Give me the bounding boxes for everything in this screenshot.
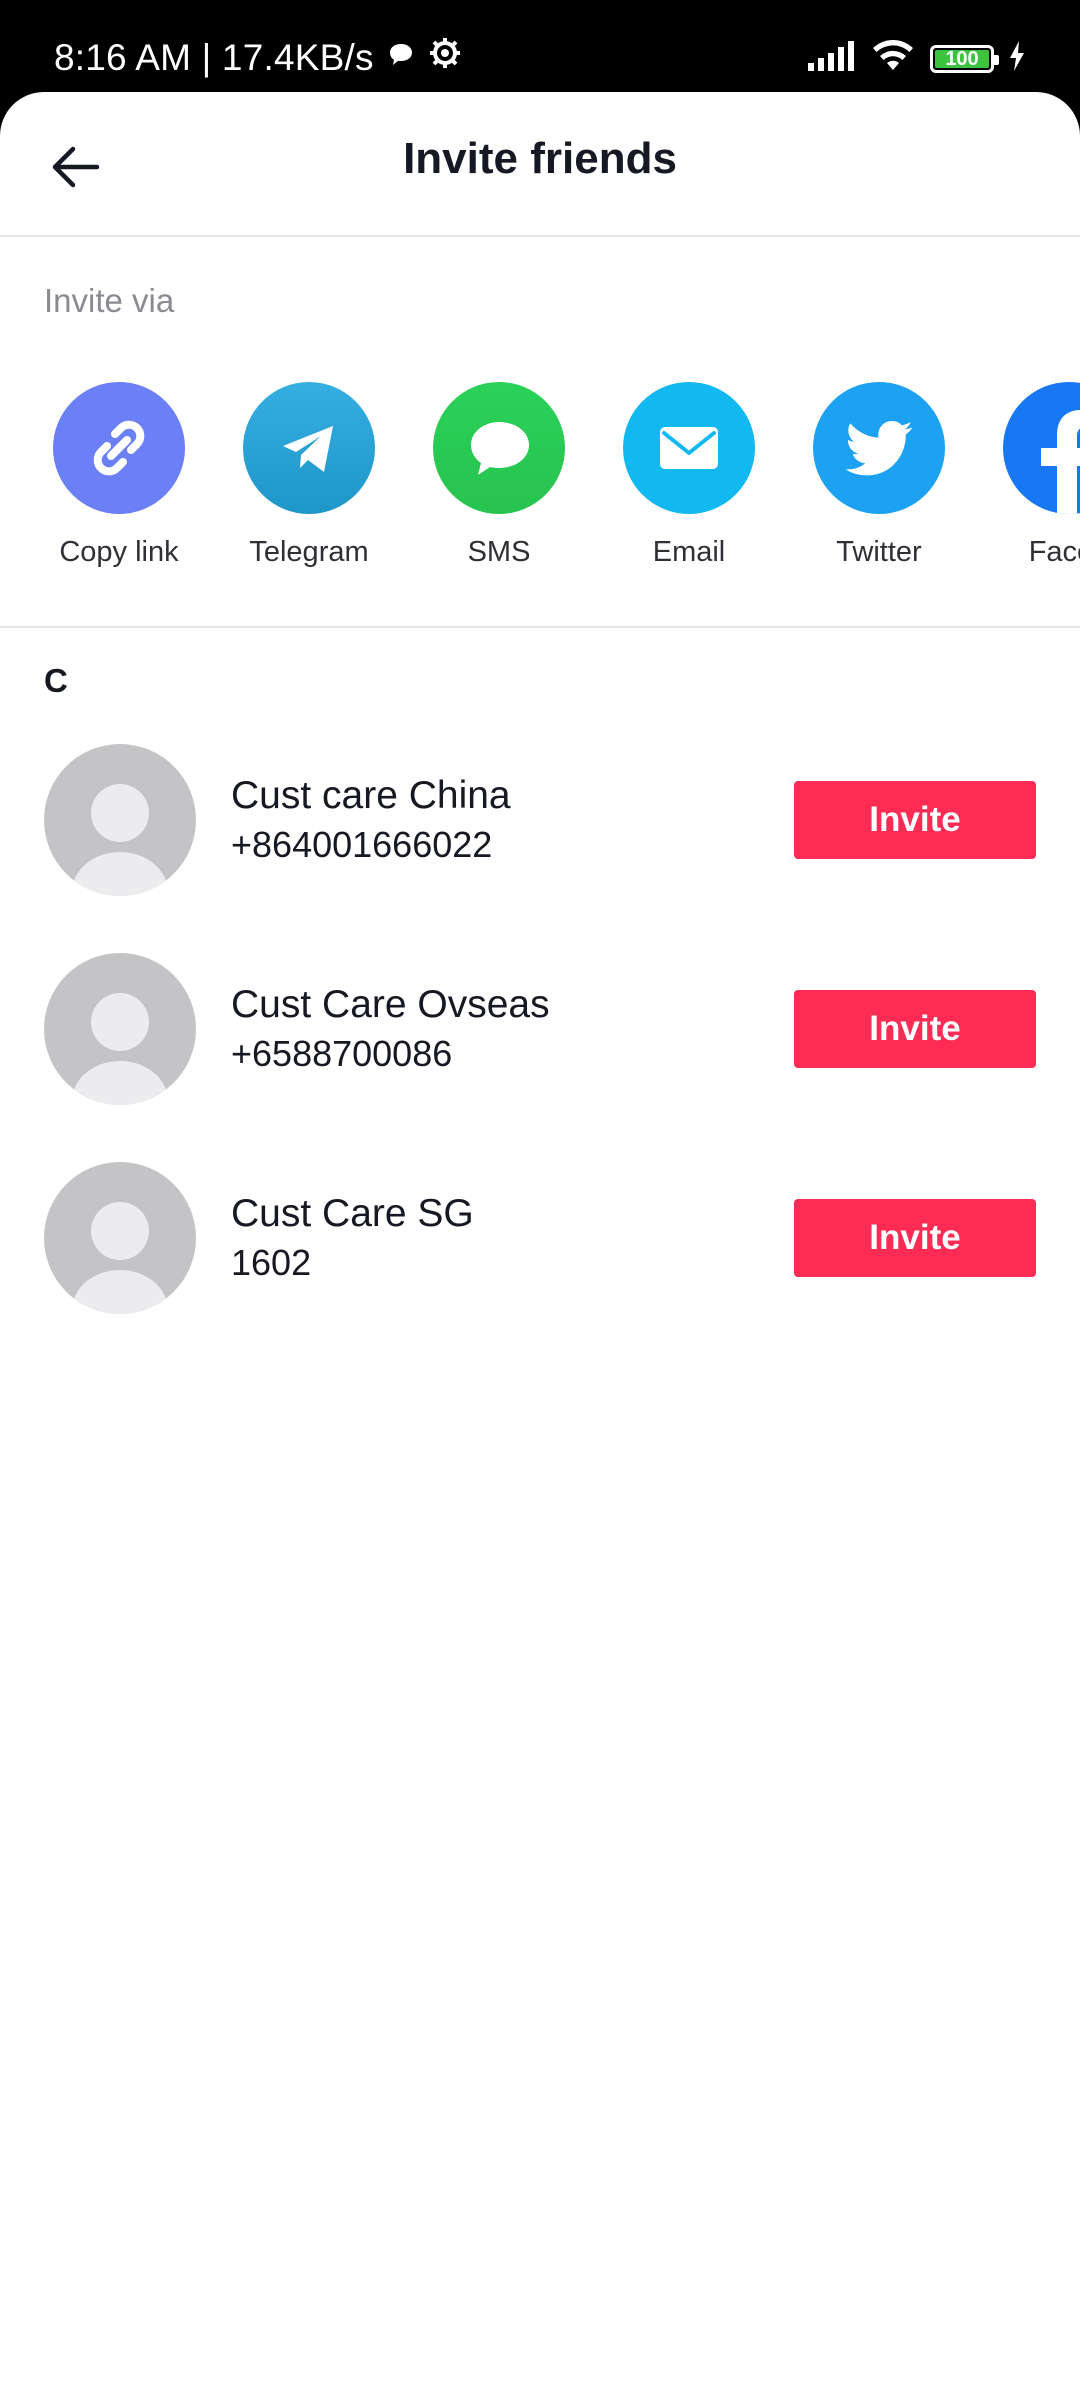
contact-row: Cust care China +864001666022 Invite <box>0 744 1080 898</box>
link-icon <box>53 382 185 514</box>
share-copy-link[interactable]: Copy link <box>24 382 214 569</box>
section-index-letter: C <box>44 662 68 699</box>
share-twitter[interactable]: Twitter <box>784 382 974 569</box>
share-facebook[interactable]: Faceb <box>974 382 1080 569</box>
facebook-icon <box>1003 382 1080 514</box>
page-title: Invite friends <box>403 134 677 183</box>
invite-button[interactable]: Invite <box>794 781 1036 859</box>
invite-button[interactable]: Invite <box>794 1199 1036 1277</box>
twitter-bird-icon <box>813 382 945 514</box>
settings-gear-icon <box>428 36 462 79</box>
status-left: 8:16 AM | 17.4KB/s <box>54 36 462 79</box>
contact-phone: +6588700086 <box>231 1033 453 1074</box>
share-label: Email <box>652 536 726 568</box>
battery-level: 100 <box>945 47 979 70</box>
status-right: 100 <box>806 40 1026 77</box>
chat-bubble-icon <box>386 37 416 79</box>
share-label: Telegram <box>249 536 369 568</box>
contact-name: Cust Care Ovseas <box>231 983 550 1026</box>
contact-phone: 1602 <box>231 1242 312 1283</box>
share-telegram[interactable]: Telegram <box>214 382 404 569</box>
contact-row: Cust Care SG 1602 Invite <box>0 1162 1080 1316</box>
avatar <box>44 953 196 1105</box>
share-options-row[interactable]: Copy link Telegram SMS Email Twitter Fac <box>0 382 1080 582</box>
invite-sheet: Invite friends Invite via Copy link Tele… <box>0 92 1080 2400</box>
status-time-speed: 8:16 AM | 17.4KB/s <box>54 36 374 78</box>
share-label: Twitter <box>836 536 922 568</box>
message-bubble-icon <box>433 382 565 514</box>
battery-icon: 100 <box>930 44 999 73</box>
avatar <box>44 744 196 896</box>
share-label: SMS <box>467 536 531 568</box>
charging-bolt-icon <box>1008 41 1026 76</box>
status-bar: 8:16 AM | 17.4KB/s 100 <box>0 0 1080 92</box>
signal-icon <box>806 41 856 76</box>
telegram-icon <box>243 382 375 514</box>
envelope-icon <box>623 382 755 514</box>
share-label: Faceb <box>1028 536 1080 568</box>
share-email[interactable]: Email <box>594 382 784 569</box>
avatar <box>44 1162 196 1314</box>
contact-row: Cust Care Ovseas +6588700086 Invite <box>0 953 1080 1107</box>
wifi-icon <box>870 40 916 77</box>
share-sms[interactable]: SMS <box>404 382 594 569</box>
contact-phone: +864001666022 <box>231 824 493 865</box>
share-label: Copy link <box>59 536 179 568</box>
invite-button[interactable]: Invite <box>794 990 1036 1068</box>
contact-name: Cust care China <box>231 774 511 817</box>
contact-name: Cust Care SG <box>231 1192 474 1235</box>
invite-via-label: Invite via <box>44 282 175 319</box>
divider <box>0 626 1080 628</box>
header: Invite friends <box>0 92 1080 237</box>
